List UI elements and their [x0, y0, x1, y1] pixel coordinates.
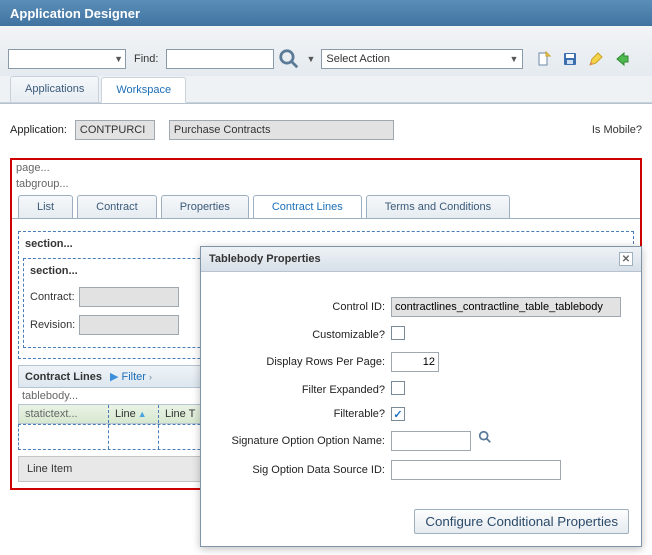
tab-terms-conditions[interactable]: Terms and Conditions — [366, 195, 510, 218]
tab-contract-lines[interactable]: Contract Lines — [253, 195, 362, 218]
line-column-label: Line — [115, 408, 136, 420]
filter-expanded-label: Filter Expanded? — [215, 384, 391, 396]
context-dropdown[interactable]: ▼ — [8, 49, 126, 69]
back-arrow-icon — [614, 51, 630, 67]
contract-field-label: Contract: — [30, 291, 75, 303]
find-label: Find: — [134, 53, 158, 65]
save-icon — [562, 51, 578, 67]
search-icon — [478, 430, 492, 444]
line-column-header[interactable]: Line ▲ — [109, 405, 159, 423]
control-id-field — [391, 297, 621, 317]
sig-source-id-field[interactable] — [391, 460, 561, 480]
contract-lines-title: Contract Lines — [25, 371, 102, 383]
tab-workspace[interactable]: Workspace — [101, 77, 186, 103]
filterable-label: Filterable? — [215, 408, 391, 420]
statictext-column[interactable]: statictext... — [19, 405, 109, 423]
control-id-label: Control ID: — [215, 301, 391, 313]
revision-field[interactable] — [79, 315, 179, 335]
back-button[interactable] — [611, 48, 633, 70]
tab-applications[interactable]: Applications — [10, 76, 99, 102]
new-document-icon — [536, 51, 552, 67]
filterable-checkbox[interactable] — [391, 407, 405, 421]
tab-properties[interactable]: Properties — [161, 195, 249, 218]
save-button[interactable] — [559, 48, 581, 70]
configure-conditional-button[interactable]: Configure Conditional Properties — [414, 509, 629, 534]
search-icon — [278, 48, 300, 70]
dialog-title: Tablebody Properties — [209, 253, 321, 265]
find-input[interactable] — [166, 49, 274, 69]
sig-source-id-label: Sig Option Data Source ID: — [215, 464, 391, 476]
tablebody-properties-dialog: Tablebody Properties ✕ Control ID: Custo… — [200, 246, 642, 547]
app-title: Application Designer — [0, 0, 652, 26]
customizable-checkbox[interactable] — [391, 326, 405, 340]
tabgroup-control-label[interactable]: tabgroup... — [12, 176, 640, 192]
is-mobile-label: Is Mobile? — [592, 124, 642, 136]
chevron-down-icon: ▼ — [306, 54, 315, 64]
chevron-right-icon: › — [149, 372, 152, 382]
chevron-down-icon: ▼ — [114, 54, 123, 64]
toolbar-area: ▼ Find: ▼ Select Action ▼ Applicatio — [0, 26, 652, 104]
search-button[interactable] — [278, 48, 300, 70]
new-button[interactable] — [533, 48, 555, 70]
page-control-label[interactable]: page... — [12, 160, 640, 176]
sig-option-lookup-button[interactable] — [478, 430, 492, 444]
tab-contract[interactable]: Contract — [77, 195, 157, 218]
customizable-label: Customizable? — [215, 329, 391, 341]
pencil-icon — [588, 51, 604, 67]
contract-field[interactable] — [79, 287, 179, 307]
clear-button[interactable] — [585, 48, 607, 70]
select-action-label: Select Action — [326, 53, 390, 65]
filter-play-icon: ▶ — [110, 370, 118, 383]
dialog-close-button[interactable]: ✕ — [619, 252, 633, 266]
filter-button[interactable]: ▶ Filter › — [110, 370, 152, 383]
application-label: Application: — [10, 124, 67, 136]
revision-field-label: Revision: — [30, 319, 75, 331]
filter-label: Filter — [121, 371, 145, 383]
sort-asc-icon: ▲ — [138, 409, 147, 419]
application-description: Purchase Contracts — [169, 120, 394, 140]
filter-expanded-checkbox[interactable] — [391, 381, 405, 395]
close-icon: ✕ — [622, 254, 630, 265]
rows-per-page-label: Display Rows Per Page: — [215, 356, 391, 368]
application-field: CONTPURCI — [75, 120, 155, 140]
tab-list[interactable]: List — [18, 195, 73, 218]
sig-option-name-field[interactable] — [391, 431, 471, 451]
sig-option-name-label: Signature Option Option Name: — [215, 435, 391, 447]
rows-per-page-field[interactable] — [391, 352, 439, 372]
chevron-down-icon: ▼ — [509, 54, 518, 64]
select-action-dropdown[interactable]: Select Action ▼ — [321, 49, 523, 69]
